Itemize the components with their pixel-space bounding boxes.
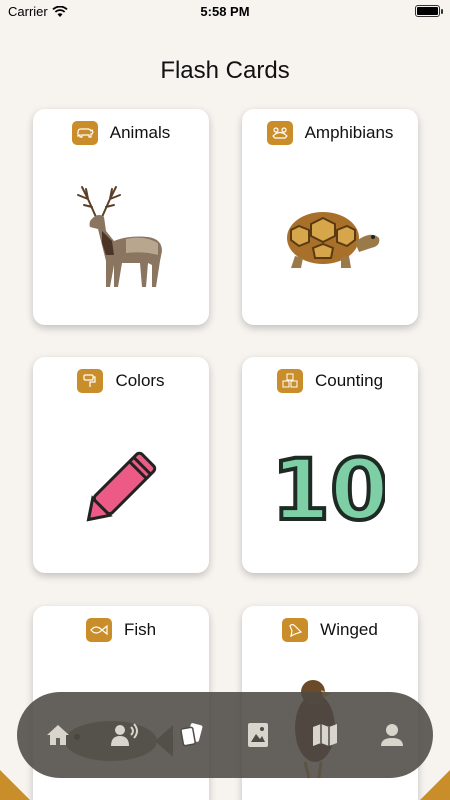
- cards-icon: [179, 723, 203, 747]
- battery-icon: [415, 5, 443, 17]
- frog-icon: [266, 121, 293, 145]
- decor-shape: [420, 770, 450, 800]
- card-animals[interactable]: Animals: [33, 109, 209, 325]
- card-label: Counting: [314, 371, 384, 390]
- page-title: Flash Cards: [160, 57, 290, 84]
- card-header: Colors: [33, 369, 209, 393]
- person-icon: [380, 724, 403, 746]
- home-icon: [47, 725, 70, 745]
- card-header: Animals: [33, 121, 209, 145]
- card-header: Winged: [242, 618, 418, 642]
- card-colors[interactable]: Colors: [33, 357, 209, 573]
- bird-icon: [282, 618, 309, 642]
- card-label: Fish: [123, 620, 157, 639]
- card-header: Counting: [242, 369, 418, 393]
- elk-image: [33, 169, 209, 309]
- bear-icon: [71, 121, 98, 145]
- tab-gallery[interactable]: [236, 713, 280, 757]
- tab-map[interactable]: [303, 713, 347, 757]
- number-ten-text: 10: [275, 441, 385, 537]
- tab-profile[interactable]: [370, 713, 414, 757]
- tab-flash-cards[interactable]: [170, 713, 214, 757]
- status-bar: Carrier 5:58 PM: [0, 0, 450, 24]
- card-amphibians[interactable]: Amphibians: [242, 109, 418, 325]
- status-time: 5:58 PM: [200, 4, 250, 19]
- turtle-image: [242, 169, 418, 309]
- map-icon: [312, 724, 337, 746]
- card-label: Animals: [109, 123, 171, 142]
- number-blocks-icon: [276, 369, 303, 393]
- tab-home[interactable]: [36, 713, 80, 757]
- tab-sounds[interactable]: [103, 713, 147, 757]
- paint-roller-icon: [77, 369, 104, 393]
- decor-shape: [0, 770, 30, 800]
- card-header: Amphibians: [242, 121, 418, 145]
- photo-book-icon: [248, 723, 269, 747]
- tab-bar: [17, 692, 433, 778]
- card-label: Amphibians: [304, 123, 394, 142]
- speaking-person-icon: [110, 723, 138, 746]
- number-ten-image: 10: [242, 417, 418, 557]
- card-label: Winged: [320, 620, 378, 639]
- fish-icon: [85, 618, 112, 642]
- card-label: Colors: [115, 371, 165, 390]
- crayon-image: [33, 417, 209, 557]
- card-counting[interactable]: Counting 10: [242, 357, 418, 573]
- card-header: Fish: [33, 618, 209, 642]
